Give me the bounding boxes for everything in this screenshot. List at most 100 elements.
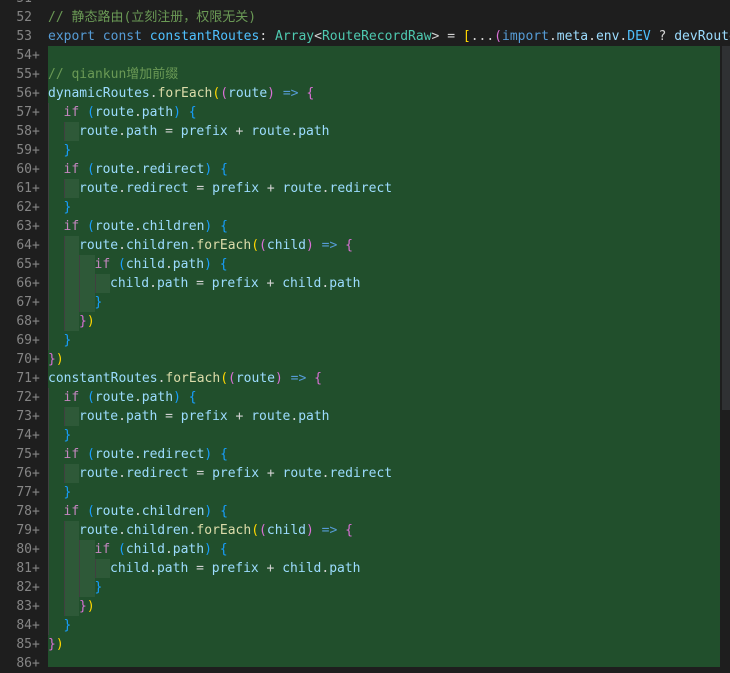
- code-text: route.children.forEach((child) => {: [79, 521, 353, 540]
- line-number: 61: [16, 181, 32, 196]
- code-line[interactable]: 60+ if (route.redirect) {: [0, 160, 730, 179]
- line-number-gutter: 62+: [0, 198, 44, 217]
- code-line[interactable]: 67+}: [0, 293, 730, 312]
- code-line[interactable]: 78+ if (route.children) {: [0, 502, 730, 521]
- code-token: .: [149, 276, 157, 291]
- indent-guide: [48, 179, 49, 198]
- code-line[interactable]: 86+: [0, 654, 730, 673]
- code-token: route: [94, 447, 134, 462]
- indent-shade: [80, 540, 95, 559]
- diff-added-marker: +: [32, 86, 40, 101]
- code-line[interactable]: 57+ if (route.path) {: [0, 103, 730, 122]
- code-token: route: [94, 504, 134, 519]
- code-token: {: [220, 504, 228, 519]
- code-editor[interactable]: 51 52 // 静态路由(立刻注册，权限无关) 53 export const con…: [0, 0, 730, 671]
- code-line[interactable]: 74+}: [0, 426, 730, 445]
- code-token: +: [259, 466, 283, 481]
- code-token: child: [266, 238, 307, 253]
- line-number-gutter: 71+: [0, 369, 44, 388]
- line-number-gutter: 63+: [0, 217, 44, 236]
- code-line[interactable]: 82+}: [0, 578, 730, 597]
- code-line[interactable]: 76+ route.redirect = prefix + route.redir…: [0, 464, 730, 483]
- code-token: redirect: [125, 466, 189, 481]
- code-line[interactable]: 56+ dynamicRoutes.forEach((route) => {: [0, 84, 730, 103]
- code-text: dynamicRoutes.forEach((route) => {: [48, 84, 314, 103]
- code-token: child: [125, 542, 165, 557]
- code-token: route: [79, 523, 119, 538]
- line-number: 66: [16, 276, 32, 291]
- code-line[interactable]: 52 // 静态路由(立刻注册，权限无关): [0, 8, 730, 27]
- code-token: ): [275, 371, 283, 386]
- code-line[interactable]: 53 export const constantRoutes: Array<Rou…: [0, 27, 730, 46]
- line-number-gutter: 74+: [0, 426, 44, 445]
- code-token: devRoutes: [674, 29, 730, 44]
- code-line[interactable]: 63+ if (route.children) {: [0, 217, 730, 236]
- code-line[interactable]: 71+ constantRoutes.forEach((route) => {: [0, 369, 730, 388]
- code-token: route: [79, 181, 119, 196]
- line-number-gutter: 82+: [0, 578, 44, 597]
- indent-shade: [95, 559, 110, 578]
- code-token: .: [548, 29, 557, 44]
- code-line[interactable]: 85+}): [0, 635, 730, 654]
- code-token: <: [314, 29, 322, 44]
- code-line[interactable]: 68+}): [0, 312, 730, 331]
- code-token: .: [321, 466, 330, 481]
- code-line[interactable]: 83+}): [0, 597, 730, 616]
- code-line[interactable]: 69+}: [0, 331, 730, 350]
- code-line[interactable]: 59+}: [0, 141, 730, 160]
- code-token: child: [266, 523, 307, 538]
- code-token: .: [133, 447, 142, 462]
- code-token: (: [259, 523, 267, 538]
- code-line[interactable]: 62+}: [0, 198, 730, 217]
- code-token: route: [94, 390, 134, 405]
- code-line[interactable]: 54+: [0, 46, 730, 65]
- code-token: .: [133, 390, 142, 405]
- code-token: route: [228, 86, 268, 101]
- code-token: +: [258, 561, 283, 576]
- code-line[interactable]: 84+}: [0, 616, 730, 635]
- code-line[interactable]: 65+ if (child.path) {: [0, 255, 730, 274]
- line-number-gutter: 65+: [0, 255, 44, 274]
- scrollbar-thumb[interactable]: [722, 46, 730, 410]
- code-line[interactable]: 51: [0, 0, 730, 8]
- line-number-gutter: 58+: [0, 122, 44, 141]
- code-line[interactable]: 70+}): [0, 350, 730, 369]
- code-line[interactable]: 73+ route.path = prefix + route.path: [0, 407, 730, 426]
- diff-added-marker: +: [32, 618, 40, 633]
- code-line[interactable]: 75+ if (route.redirect) {: [0, 445, 730, 464]
- code-line[interactable]: 77+}: [0, 483, 730, 502]
- line-number-gutter: 64+: [0, 236, 44, 255]
- diff-added-marker: +: [32, 390, 40, 405]
- code-line[interactable]: 64+ route.children.forEach((child) => {: [0, 236, 730, 255]
- line-number-gutter: 57+: [0, 103, 44, 122]
- code-token: .: [118, 409, 126, 424]
- code-token: =>: [313, 523, 338, 538]
- code-token: forEach: [157, 86, 213, 101]
- code-token: .: [133, 504, 142, 519]
- code-token: }: [63, 428, 72, 443]
- indent-guide: [48, 445, 49, 464]
- code-token: prefix: [180, 124, 228, 139]
- code-token: path: [172, 542, 205, 557]
- diff-added-marker: +: [32, 580, 40, 595]
- code-line[interactable]: 81+ child.path = prefix + child.path: [0, 559, 730, 578]
- code-line[interactable]: 61+ route.redirect = prefix + route.redir…: [0, 179, 730, 198]
- code-token: ): [55, 637, 64, 652]
- code-line[interactable]: 80+ if (child.path) {: [0, 540, 730, 559]
- indent-shade: [80, 578, 95, 597]
- code-line[interactable]: 72+ if (route.path) {: [0, 388, 730, 407]
- code-line[interactable]: 55+ // qiankun增加前缀: [0, 65, 730, 84]
- code-line[interactable]: 79+ route.children.forEach((child) => {: [0, 521, 730, 540]
- code-line[interactable]: 66+ child.path = prefix + child.path: [0, 274, 730, 293]
- code-token: child: [110, 561, 150, 576]
- code-token: [: [462, 29, 471, 44]
- code-token: }: [79, 599, 87, 614]
- code-line[interactable]: 58+ route.path = prefix + route.path: [0, 122, 730, 141]
- indent-guide: [48, 312, 49, 331]
- code-token: =>: [313, 238, 338, 253]
- code-token: (: [86, 162, 95, 177]
